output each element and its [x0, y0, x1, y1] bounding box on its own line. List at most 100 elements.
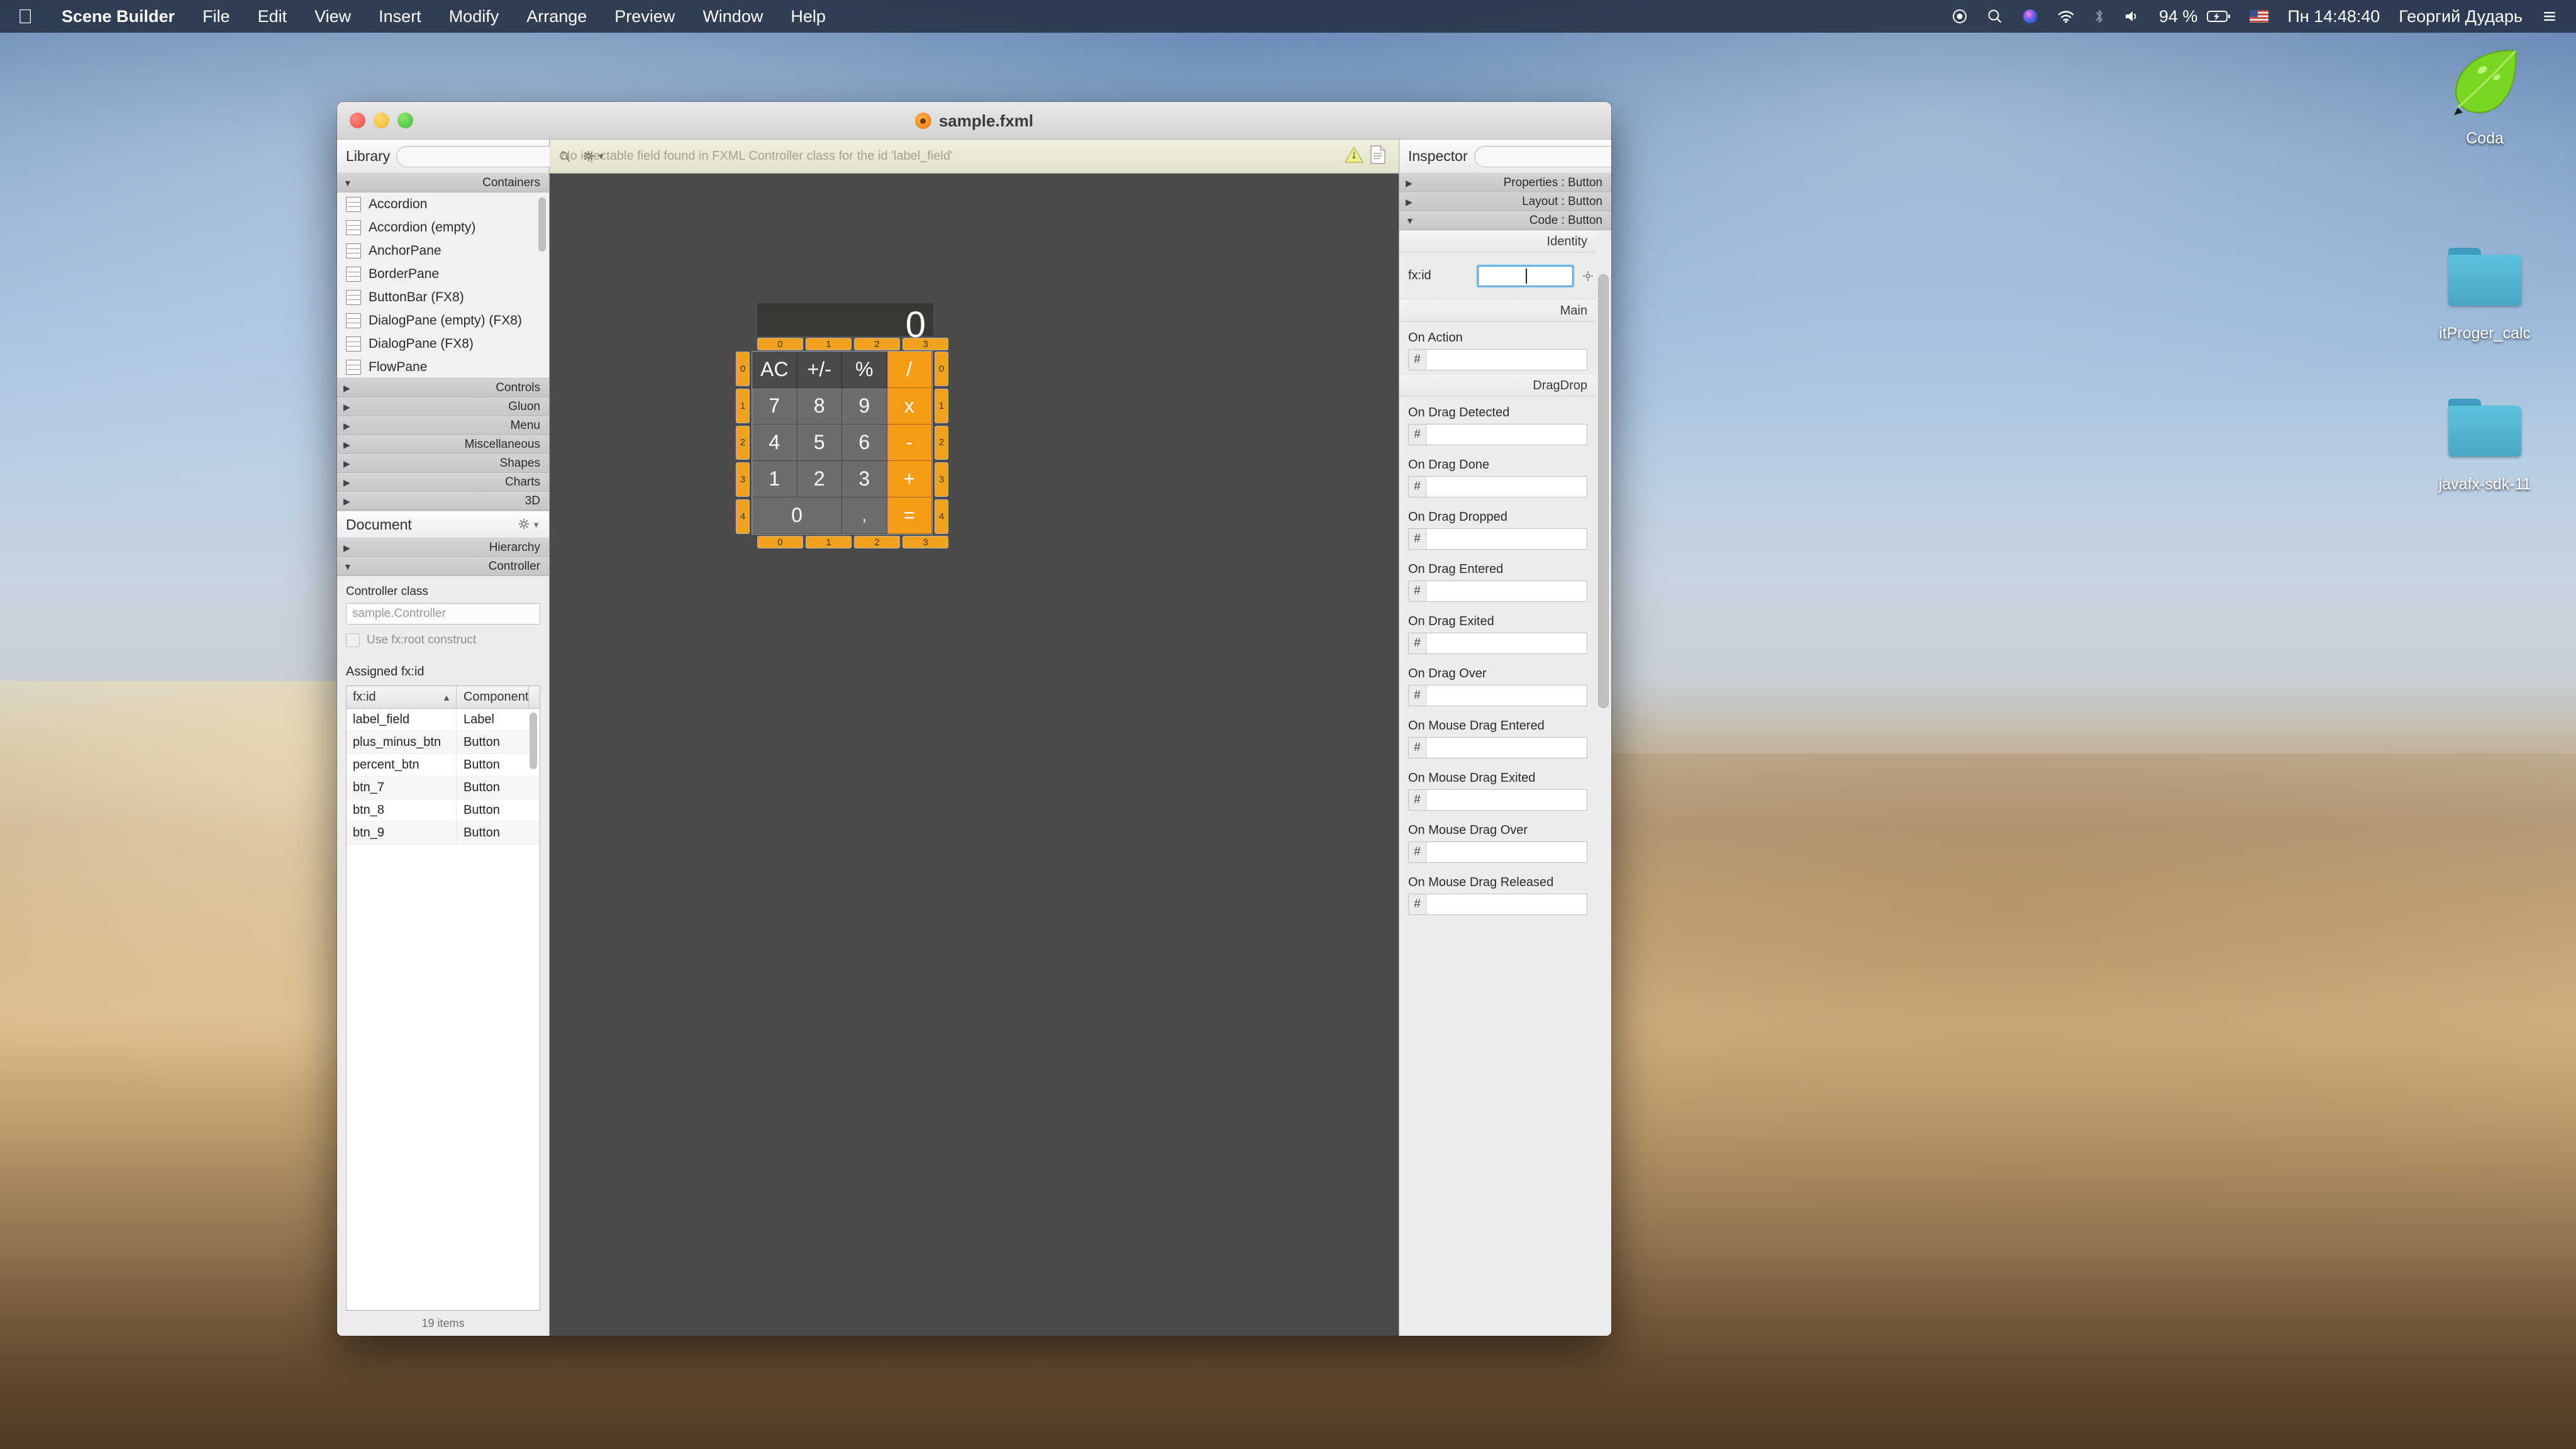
clock-datetime[interactable]: Пн 14:48:40: [2278, 0, 2389, 33]
ruler-cell[interactable]: 1: [806, 338, 852, 350]
menu-view[interactable]: View: [301, 0, 365, 33]
event-input[interactable]: [1426, 425, 1587, 445]
event-input-wrapper[interactable]: #: [1408, 580, 1587, 602]
desktop-icon-itproger-calc[interactable]: itProger_calc: [2412, 233, 2557, 343]
warning-triangle-icon[interactable]: [1345, 146, 1363, 167]
event-input-wrapper[interactable]: #: [1408, 528, 1587, 550]
library-section-menu[interactable]: ▶ Menu: [337, 416, 549, 435]
menu-file[interactable]: File: [189, 0, 244, 33]
ruler-cell[interactable]: 3: [736, 462, 750, 497]
ruler-cell[interactable]: 3: [935, 462, 948, 497]
key-minus[interactable]: -: [887, 425, 932, 461]
library-section-containers[interactable]: ▼ Containers: [337, 174, 549, 192]
key-comma[interactable]: ,: [842, 497, 887, 534]
calculator-preview[interactable]: 0 0 1 2 3 0 1 2 3 4 AC +/- % / 7 8 9 x 4…: [736, 303, 948, 548]
wifi-icon[interactable]: [2048, 9, 2084, 24]
menu-insert[interactable]: Insert: [365, 0, 435, 33]
list-item[interactable]: FlowPane: [337, 355, 549, 378]
event-input[interactable]: [1426, 581, 1587, 601]
design-canvas[interactable]: 0 0 1 2 3 0 1 2 3 4 AC +/- % / 7 8 9 x 4…: [550, 174, 1399, 1336]
menu-help[interactable]: Help: [777, 0, 840, 33]
list-item[interactable]: BorderPane: [337, 262, 549, 286]
key-ac[interactable]: AC: [752, 352, 797, 388]
list-item[interactable]: Accordion: [337, 192, 549, 216]
event-input-wrapper[interactable]: #: [1408, 841, 1587, 863]
ruler-cell[interactable]: 0: [736, 352, 750, 386]
key-1[interactable]: 1: [752, 461, 797, 497]
event-input-wrapper[interactable]: #: [1408, 476, 1587, 497]
key-5[interactable]: 5: [797, 425, 842, 461]
list-item[interactable]: DialogPane (empty) (FX8): [337, 309, 549, 332]
menu-scene-builder[interactable]: Scene Builder: [48, 0, 189, 33]
library-section-3d[interactable]: ▶ 3D: [337, 492, 549, 511]
desktop-icon-javafx-sdk-11[interactable]: javafx-sdk-11: [2412, 384, 2557, 494]
inspector-section-properties[interactable]: ▶ Properties : Button: [1399, 174, 1611, 192]
inspector-section-code[interactable]: ▼ Code : Button: [1399, 211, 1611, 230]
key-6[interactable]: 6: [842, 425, 887, 461]
control-center-icon[interactable]: [2532, 8, 2567, 25]
library-section-gluon[interactable]: ▶ Gluon: [337, 397, 549, 416]
calculator-display[interactable]: 0: [757, 303, 933, 343]
ruler-cell[interactable]: 2: [854, 338, 900, 350]
window-title-bar[interactable]: sample.fxml: [337, 102, 1611, 140]
event-input-wrapper[interactable]: #: [1408, 737, 1587, 758]
event-input[interactable]: [1426, 738, 1587, 758]
user-name[interactable]: Георгий Дударь: [2389, 0, 2532, 33]
event-input[interactable]: [1426, 842, 1587, 862]
ruler-cell[interactable]: 0: [757, 338, 803, 350]
document-section-hierarchy[interactable]: ▶ Hierarchy: [337, 538, 549, 557]
key-4[interactable]: 4: [752, 425, 797, 461]
key-7[interactable]: 7: [752, 388, 797, 425]
inspector-search-input[interactable]: [1482, 149, 1611, 164]
use-fx-root-row[interactable]: Use fx:root construct: [346, 633, 540, 647]
key-9[interactable]: 9: [842, 388, 887, 425]
flag-icon[interactable]: [2240, 10, 2278, 23]
library-scrollbar[interactable]: [538, 197, 546, 252]
column-header-component[interactable]: Component: [457, 686, 530, 708]
column-header-fxid[interactable]: fx:id ▲: [347, 686, 457, 708]
fxid-gear-icon[interactable]: [1580, 270, 1596, 282]
library-section-charts[interactable]: ▶ Charts: [337, 473, 549, 492]
ruler-cell[interactable]: 2: [935, 425, 948, 460]
menu-window[interactable]: Window: [689, 0, 777, 33]
key-8[interactable]: 8: [797, 388, 842, 425]
key-plus[interactable]: +: [887, 461, 932, 497]
event-input-wrapper[interactable]: #: [1408, 424, 1587, 445]
key-0[interactable]: 0: [752, 497, 842, 534]
event-input[interactable]: [1426, 633, 1587, 653]
volume-icon[interactable]: [2114, 9, 2150, 24]
ruler-cell[interactable]: 4: [935, 499, 948, 534]
table-row[interactable]: btn_9 Button: [347, 822, 540, 845]
ruler-cell[interactable]: 0: [935, 352, 948, 386]
table-row[interactable]: btn_8 Button: [347, 799, 540, 822]
fxid-input[interactable]: [1477, 265, 1574, 287]
list-item[interactable]: Accordion (empty): [337, 216, 549, 239]
table-row[interactable]: btn_7 Button: [347, 777, 540, 799]
library-search-input[interactable]: [404, 149, 559, 164]
event-input-wrapper[interactable]: #: [1408, 685, 1587, 706]
event-input-wrapper[interactable]: #: [1408, 789, 1587, 811]
bluetooth-icon[interactable]: [2084, 8, 2114, 25]
library-section-miscellaneous[interactable]: ▶ Miscellaneous: [337, 435, 549, 454]
event-input[interactable]: [1426, 686, 1587, 706]
inspector-section-layout[interactable]: ▶ Layout : Button: [1399, 192, 1611, 211]
ruler-cell[interactable]: 1: [736, 388, 750, 423]
list-item[interactable]: DialogPane (FX8): [337, 332, 549, 355]
search-icon[interactable]: [1977, 8, 2012, 25]
controller-class-input[interactable]: sample.Controller: [346, 603, 540, 625]
event-input-wrapper[interactable]: #: [1408, 894, 1587, 915]
ruler-cell[interactable]: 3: [902, 536, 948, 548]
menu-modify[interactable]: Modify: [435, 0, 513, 33]
key-equals[interactable]: =: [887, 497, 932, 534]
event-input[interactable]: [1426, 894, 1587, 914]
ruler-cell[interactable]: 1: [806, 536, 852, 548]
document-gear-icon[interactable]: ▼: [518, 518, 540, 531]
table-row[interactable]: plus_minus_btn Button: [347, 731, 540, 754]
table-scrollbar[interactable]: [530, 713, 537, 769]
use-fx-root-checkbox[interactable]: [346, 633, 360, 647]
key-2[interactable]: 2: [797, 461, 842, 497]
event-input-wrapper[interactable]: #: [1408, 349, 1587, 370]
apple-logo-icon[interactable]: : [0, 0, 48, 33]
event-input[interactable]: [1426, 477, 1587, 497]
battery-icon[interactable]: [2207, 9, 2240, 23]
